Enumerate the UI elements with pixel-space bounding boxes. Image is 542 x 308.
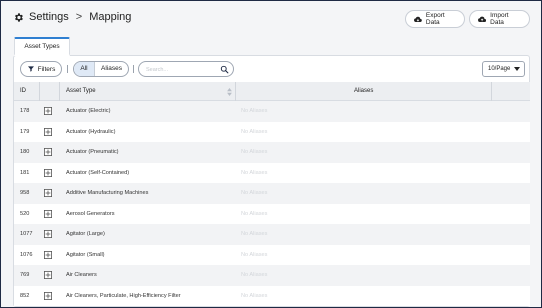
tab-asset-types[interactable]: Asset Types <box>14 37 70 56</box>
cell-id: 180 <box>20 149 30 155</box>
column-header-aliases[interactable]: Aliases <box>354 82 373 101</box>
import-data-label: Import Data <box>490 12 509 26</box>
asset-types-table: ID Asset Type Aliases 178 Actuator (Elect… <box>14 82 530 306</box>
table-row[interactable]: 520 Aerosol Generators No Aliases <box>14 203 530 224</box>
expand-icon[interactable] <box>44 250 52 259</box>
cell-aliases: No Aliases <box>241 251 268 258</box>
cell-id: 1076 <box>20 251 33 258</box>
cell-id: 179 <box>20 128 30 135</box>
cell-id: 852 <box>20 292 30 299</box>
table-row[interactable]: 852 Air Cleaners, Particulate, High-Effic… <box>14 285 530 306</box>
breadcrumb-separator: > <box>75 11 83 23</box>
cloud-upload-icon <box>478 16 487 22</box>
cell-aliases: No Aliases <box>241 292 268 299</box>
cell-aliases: No Aliases <box>241 149 268 155</box>
export-data-label: Export Data <box>425 12 445 26</box>
column-divider <box>491 82 492 101</box>
expand-icon[interactable] <box>44 271 52 279</box>
column-divider <box>235 82 236 101</box>
search-box <box>138 61 234 77</box>
table-row[interactable]: 179 Actuator (Hydraulic) No Aliases <box>14 121 530 142</box>
cell-aliases: No Aliases <box>241 210 268 217</box>
expand-icon[interactable] <box>44 148 52 156</box>
cell-aliases: No Aliases <box>241 190 268 196</box>
cell-asset-type: Actuator (Hydraulic) <box>66 128 116 135</box>
table-row[interactable]: 181 Actuator (Self-Contained) No Aliases <box>14 162 530 183</box>
column-divider <box>39 82 40 101</box>
column-header-asset-type[interactable]: Asset Type <box>66 82 96 101</box>
expand-icon[interactable] <box>44 230 52 238</box>
export-data-button[interactable]: Export Data <box>405 10 465 28</box>
table-row[interactable]: 180 Actuator (Pneumatic) No Aliases <box>14 142 530 163</box>
table-row[interactable]: 769 Air Cleaners No Aliases <box>14 265 530 286</box>
expand-icon[interactable] <box>44 127 52 136</box>
cell-asset-type: Actuator (Electric) <box>66 108 111 114</box>
cell-aliases: No Aliases <box>241 169 268 176</box>
expand-icon[interactable] <box>44 209 52 218</box>
page-header: Settings > Mapping Export Data Import Da… <box>1 1 541 37</box>
cell-asset-type: Agitator (Small) <box>66 251 105 258</box>
cell-asset-type: Additive Manufacturing Machines <box>66 190 149 196</box>
table-row[interactable]: 1076 Agitator (Small) No Aliases <box>14 244 530 265</box>
toolbar-divider <box>133 65 134 73</box>
table-row[interactable]: 178 Actuator (Electric) No Aliases <box>14 101 530 122</box>
cell-id: 769 <box>20 272 30 278</box>
page-size-value: 10/Page <box>488 66 511 72</box>
expand-icon[interactable] <box>44 107 52 115</box>
cell-aliases: No Aliases <box>241 272 268 278</box>
toggle-all[interactable]: All <box>74 62 95 76</box>
cell-asset-type: Actuator (Pneumatic) <box>66 149 119 155</box>
cell-asset-type: Air Cleaners, Particulate, High-Efficien… <box>66 292 181 299</box>
cell-asset-type: Aerosol Generators <box>66 210 115 217</box>
table-body: 178 Actuator (Electric) No Aliases 179 Actua… <box>14 101 530 306</box>
cell-id: 178 <box>20 108 30 114</box>
toggle-aliases[interactable]: Aliases <box>95 62 128 76</box>
table-row[interactable]: 958 Additive Manufacturing Machines No Ali… <box>14 183 530 204</box>
column-divider <box>59 82 60 101</box>
app-window: Settings > Mapping Export Data Import Da… <box>0 0 542 308</box>
search-icon[interactable] <box>220 65 229 74</box>
gear-icon <box>15 12 23 22</box>
page-size-select[interactable]: 10/Page <box>482 61 525 77</box>
cell-asset-type: Agitator (Large) <box>66 231 105 237</box>
cell-aliases: No Aliases <box>241 231 268 237</box>
expand-icon[interactable] <box>44 291 52 300</box>
page-title: Mapping <box>89 11 132 23</box>
sort-icon[interactable] <box>227 88 232 96</box>
toolbar-divider <box>67 65 68 73</box>
expand-icon[interactable] <box>44 189 52 197</box>
cell-asset-type: Air Cleaners <box>66 272 97 278</box>
column-header-id[interactable]: ID <box>20 82 26 101</box>
cell-id: 958 <box>20 190 30 196</box>
view-toggle: All Aliases <box>73 61 129 77</box>
cell-id: 1077 <box>20 231 33 237</box>
filters-label: Filters <box>37 65 56 73</box>
cell-aliases: No Aliases <box>241 128 268 135</box>
table-row[interactable]: 1077 Agitator (Large) No Aliases <box>14 224 530 245</box>
breadcrumb: Settings > Mapping <box>13 11 131 23</box>
filters-button[interactable]: Filters <box>20 61 62 77</box>
cloud-download-icon <box>414 16 422 22</box>
expand-icon[interactable] <box>44 168 52 177</box>
import-data-button[interactable]: Import Data <box>469 10 530 28</box>
search-input[interactable] <box>146 65 216 74</box>
filter-icon <box>27 66 34 72</box>
cell-id: 181 <box>20 169 30 176</box>
table-header: ID Asset Type Aliases <box>14 82 530 101</box>
cell-aliases: No Aliases <box>241 108 268 114</box>
breadcrumb-settings[interactable]: Settings <box>29 11 69 23</box>
cell-id: 520 <box>20 210 30 217</box>
cell-asset-type: Actuator (Self-Contained) <box>66 169 130 176</box>
chevron-down-icon <box>514 67 520 71</box>
